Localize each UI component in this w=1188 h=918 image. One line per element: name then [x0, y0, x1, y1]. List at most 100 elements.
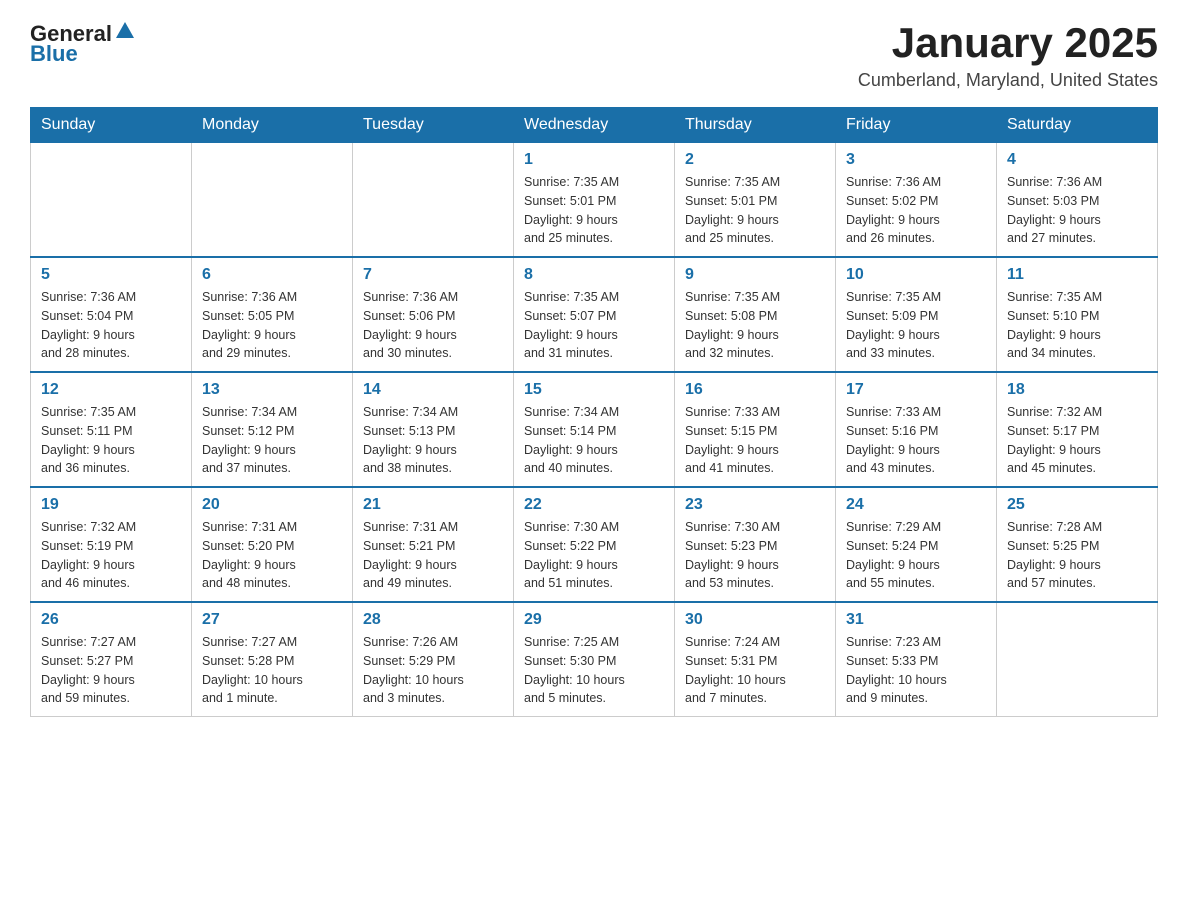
calendar-cell: 18 Sunrise: 7:32 AMSunset: 5:17 PMDayligh…: [997, 372, 1158, 487]
day-info: Sunrise: 7:25 AMSunset: 5:30 PMDaylight:…: [524, 633, 664, 708]
calendar-cell: 28 Sunrise: 7:26 AMSunset: 5:29 PMDayligh…: [353, 602, 514, 717]
calendar-cell: 30 Sunrise: 7:24 AMSunset: 5:31 PMDayligh…: [675, 602, 836, 717]
calendar-cell: 31 Sunrise: 7:23 AMSunset: 5:33 PMDayligh…: [836, 602, 997, 717]
day-info: Sunrise: 7:34 AMSunset: 5:14 PMDaylight:…: [524, 403, 664, 478]
day-info: Sunrise: 7:27 AMSunset: 5:27 PMDaylight:…: [41, 633, 181, 708]
calendar-cell: 16 Sunrise: 7:33 AMSunset: 5:15 PMDayligh…: [675, 372, 836, 487]
calendar-cell: 12Sunrise: 7:35 AMSunset: 5:11 PMDayligh…: [31, 372, 192, 487]
calendar-cell: 10 Sunrise: 7:35 AMSunset: 5:09 PMDayligh…: [836, 257, 997, 372]
logo-blue-text: Blue: [30, 41, 78, 67]
day-info: Sunrise: 7:35 AMSunset: 5:08 PMDaylight:…: [685, 288, 825, 363]
calendar-cell: 8Sunrise: 7:35 AMSunset: 5:07 PMDaylight…: [514, 257, 675, 372]
day-info: Sunrise: 7:23 AMSunset: 5:33 PMDaylight:…: [846, 633, 986, 708]
calendar-cell: 22 Sunrise: 7:30 AMSunset: 5:22 PMDayligh…: [514, 487, 675, 602]
day-info: Sunrise: 7:30 AMSunset: 5:22 PMDaylight:…: [524, 518, 664, 593]
day-info: Sunrise: 7:24 AMSunset: 5:31 PMDaylight:…: [685, 633, 825, 708]
day-number: 8: [524, 266, 664, 284]
calendar-week-row: 12Sunrise: 7:35 AMSunset: 5:11 PMDayligh…: [31, 372, 1158, 487]
day-number: 21: [363, 496, 503, 514]
calendar-cell: 20 Sunrise: 7:31 AMSunset: 5:20 PMDayligh…: [192, 487, 353, 602]
calendar-cell: 21 Sunrise: 7:31 AMSunset: 5:21 PMDayligh…: [353, 487, 514, 602]
calendar-cell: [192, 143, 353, 258]
day-info: Sunrise: 7:35 AMSunset: 5:11 PMDaylight:…: [41, 403, 181, 478]
calendar-cell: 23Sunrise: 7:30 AMSunset: 5:23 PMDayligh…: [675, 487, 836, 602]
day-info: Sunrise: 7:28 AMSunset: 5:25 PMDaylight:…: [1007, 518, 1147, 593]
calendar-cell: 6 Sunrise: 7:36 AMSunset: 5:05 PMDaylight…: [192, 257, 353, 372]
calendar-table: SundayMondayTuesdayWednesdayThursdayFrid…: [30, 107, 1158, 717]
day-number: 15: [524, 381, 664, 399]
day-number: 1: [524, 151, 664, 169]
day-number: 17: [846, 381, 986, 399]
calendar-week-row: 19Sunrise: 7:32 AMSunset: 5:19 PMDayligh…: [31, 487, 1158, 602]
day-info: Sunrise: 7:34 AMSunset: 5:12 PMDaylight:…: [202, 403, 342, 478]
day-info: Sunrise: 7:36 AMSunset: 5:06 PMDaylight:…: [363, 288, 503, 363]
day-of-week-header: Saturday: [997, 108, 1158, 143]
day-info: Sunrise: 7:33 AMSunset: 5:16 PMDaylight:…: [846, 403, 986, 478]
day-of-week-header: Tuesday: [353, 108, 514, 143]
calendar-cell: 15 Sunrise: 7:34 AMSunset: 5:14 PMDayligh…: [514, 372, 675, 487]
day-info: Sunrise: 7:31 AMSunset: 5:21 PMDaylight:…: [363, 518, 503, 593]
day-info: Sunrise: 7:27 AMSunset: 5:28 PMDaylight:…: [202, 633, 342, 708]
logo: General Blue: [30, 20, 136, 67]
day-info: Sunrise: 7:36 AMSunset: 5:05 PMDaylight:…: [202, 288, 342, 363]
day-number: 6: [202, 266, 342, 284]
day-number: 25: [1007, 496, 1147, 514]
day-number: 27: [202, 611, 342, 629]
day-number: 18: [1007, 381, 1147, 399]
day-number: 3: [846, 151, 986, 169]
day-of-week-header: Friday: [836, 108, 997, 143]
calendar-week-row: 1Sunrise: 7:35 AMSunset: 5:01 PMDaylight…: [31, 143, 1158, 258]
day-of-week-header: Sunday: [31, 108, 192, 143]
day-info: Sunrise: 7:36 AMSunset: 5:02 PMDaylight:…: [846, 173, 986, 248]
calendar-header-row: SundayMondayTuesdayWednesdayThursdayFrid…: [31, 108, 1158, 143]
day-info: Sunrise: 7:35 AMSunset: 5:09 PMDaylight:…: [846, 288, 986, 363]
calendar-cell: 13 Sunrise: 7:34 AMSunset: 5:12 PMDayligh…: [192, 372, 353, 487]
calendar-week-row: 26 Sunrise: 7:27 AMSunset: 5:27 PMDayligh…: [31, 602, 1158, 717]
day-number: 14: [363, 381, 503, 399]
day-number: 31: [846, 611, 986, 629]
day-number: 11: [1007, 266, 1147, 284]
day-number: 22: [524, 496, 664, 514]
day-info: Sunrise: 7:26 AMSunset: 5:29 PMDaylight:…: [363, 633, 503, 708]
page-header: General Blue January 2025 Cumberland, Ma…: [30, 20, 1158, 91]
calendar-cell: 14 Sunrise: 7:34 AMSunset: 5:13 PMDayligh…: [353, 372, 514, 487]
day-number: 30: [685, 611, 825, 629]
day-number: 20: [202, 496, 342, 514]
calendar-cell: 7Sunrise: 7:36 AMSunset: 5:06 PMDaylight…: [353, 257, 514, 372]
day-info: Sunrise: 7:33 AMSunset: 5:15 PMDaylight:…: [685, 403, 825, 478]
day-number: 13: [202, 381, 342, 399]
day-info: Sunrise: 7:36 AMSunset: 5:04 PMDaylight:…: [41, 288, 181, 363]
calendar-cell: 17 Sunrise: 7:33 AMSunset: 5:16 PMDayligh…: [836, 372, 997, 487]
day-number: 29: [524, 611, 664, 629]
logo-triangle-icon: [114, 20, 136, 42]
day-info: Sunrise: 7:32 AMSunset: 5:19 PMDaylight:…: [41, 518, 181, 593]
day-of-week-header: Monday: [192, 108, 353, 143]
calendar-cell: 5 Sunrise: 7:36 AMSunset: 5:04 PMDaylight…: [31, 257, 192, 372]
day-number: 26: [41, 611, 181, 629]
calendar-cell: 3 Sunrise: 7:36 AMSunset: 5:02 PMDaylight…: [836, 143, 997, 258]
calendar-cell: 9Sunrise: 7:35 AMSunset: 5:08 PMDaylight…: [675, 257, 836, 372]
day-number: 2: [685, 151, 825, 169]
day-number: 5: [41, 266, 181, 284]
day-info: Sunrise: 7:34 AMSunset: 5:13 PMDaylight:…: [363, 403, 503, 478]
calendar-cell: 2Sunrise: 7:35 AMSunset: 5:01 PMDaylight…: [675, 143, 836, 258]
title-area: January 2025 Cumberland, Maryland, Unite…: [858, 20, 1158, 91]
location-title: Cumberland, Maryland, United States: [858, 70, 1158, 91]
calendar-cell: 26 Sunrise: 7:27 AMSunset: 5:27 PMDayligh…: [31, 602, 192, 717]
calendar-cell: 1Sunrise: 7:35 AMSunset: 5:01 PMDaylight…: [514, 143, 675, 258]
calendar-cell: [31, 143, 192, 258]
day-number: 10: [846, 266, 986, 284]
day-info: Sunrise: 7:29 AMSunset: 5:24 PMDaylight:…: [846, 518, 986, 593]
day-info: Sunrise: 7:36 AMSunset: 5:03 PMDaylight:…: [1007, 173, 1147, 248]
day-of-week-header: Wednesday: [514, 108, 675, 143]
calendar-cell: [353, 143, 514, 258]
day-number: 16: [685, 381, 825, 399]
month-title: January 2025: [858, 20, 1158, 66]
calendar-cell: 4Sunrise: 7:36 AMSunset: 5:03 PMDaylight…: [997, 143, 1158, 258]
day-info: Sunrise: 7:32 AMSunset: 5:17 PMDaylight:…: [1007, 403, 1147, 478]
calendar-cell: 24Sunrise: 7:29 AMSunset: 5:24 PMDayligh…: [836, 487, 997, 602]
day-info: Sunrise: 7:31 AMSunset: 5:20 PMDaylight:…: [202, 518, 342, 593]
calendar-week-row: 5 Sunrise: 7:36 AMSunset: 5:04 PMDaylight…: [31, 257, 1158, 372]
calendar-cell: 27 Sunrise: 7:27 AMSunset: 5:28 PMDayligh…: [192, 602, 353, 717]
day-number: 28: [363, 611, 503, 629]
